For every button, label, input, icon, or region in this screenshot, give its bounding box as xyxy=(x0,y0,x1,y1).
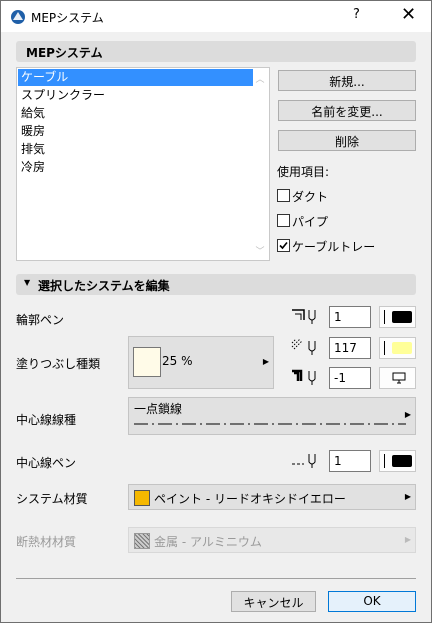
centerline-type-value: 一点鎖線 xyxy=(134,402,183,416)
insulation-material-dropdown-arrow-icon: ▶ xyxy=(404,535,411,544)
systems-list[interactable]: ケーブル スプリンクラー 給気 暖房 排気 冷房 ︿ ﹀ xyxy=(16,67,270,261)
system-material-label: システム材質 xyxy=(16,492,88,506)
pipe-checkbox[interactable] xyxy=(277,214,290,227)
window-title: MEPシステム xyxy=(31,11,104,25)
list-item-cable[interactable]: ケーブル xyxy=(18,69,253,86)
mep-systems-section-header: MEPシステム xyxy=(16,41,416,62)
insulation-material-label: 断熱材材質 xyxy=(16,535,77,549)
contour-pen-divider xyxy=(384,310,385,324)
insulation-material-value: 金属 - アルミニウム xyxy=(154,535,262,549)
rename-button[interactable]: 名前を変更... xyxy=(278,100,416,121)
centerline-pen-color-button[interactable] xyxy=(379,450,416,472)
close-button[interactable]: ✕ xyxy=(401,4,416,25)
insulation-material-selector: 金属 - アルミニウム ▶ xyxy=(128,527,416,553)
title-bar: MEPシステム ? ✕ xyxy=(1,1,431,32)
collapse-triangle-icon[interactable]: ▼ xyxy=(24,278,30,287)
fill-foreground-divider xyxy=(384,341,385,355)
centerline-type-selector[interactable]: 一点鎖線 ▶ xyxy=(128,397,416,435)
fill-type-selector[interactable]: 25 % ▶ xyxy=(128,336,274,389)
ok-button-label: OK xyxy=(363,594,381,608)
contour-pen-label: 輪郭ペン xyxy=(16,313,65,327)
edit-section-title: 選択したシステムを編集 xyxy=(38,279,170,293)
centerline-pen-input[interactable]: 1 xyxy=(329,450,371,472)
cancel-button-label: キャンセル xyxy=(243,596,304,610)
system-material-value: ペイント - リードオキシドイエロー xyxy=(154,492,346,506)
new-button[interactable]: 新規... xyxy=(278,70,416,91)
rename-button-label: 名前を変更... xyxy=(311,105,383,119)
centerline-pen-icon xyxy=(292,454,316,468)
fill-foreground-color-swatch xyxy=(392,342,412,354)
delete-button[interactable]: 削除 xyxy=(278,130,416,151)
contour-pen-color-swatch xyxy=(392,311,412,323)
footer-divider xyxy=(16,578,416,579)
fill-foreground-color-button[interactable] xyxy=(379,337,416,359)
fill-percent: 25 % xyxy=(162,354,193,368)
edit-section-header[interactable]: ▼ 選択したシステムを編集 xyxy=(16,274,416,295)
centerline-type-dropdown-arrow-icon: ▶ xyxy=(404,410,411,419)
list-item-sprinkler[interactable]: スプリンクラー xyxy=(18,87,253,104)
fill-background-pen-input[interactable]: -1 xyxy=(329,367,371,389)
dash-dot-line-preview xyxy=(134,423,406,425)
archicad-app-icon xyxy=(11,10,25,24)
fill-background-pen-icon xyxy=(292,369,316,385)
new-button-label: 新規... xyxy=(329,75,365,89)
system-material-swatch xyxy=(134,490,150,506)
contour-pen-color-button[interactable] xyxy=(379,306,416,328)
fill-foreground-pen-icon xyxy=(291,338,316,355)
fill-background-color-button[interactable] xyxy=(379,367,416,389)
fill-type-label: 塗りつぶし種類 xyxy=(16,357,101,371)
list-item-supply-air[interactable]: 給気 xyxy=(18,105,253,122)
help-button[interactable]: ? xyxy=(353,7,360,22)
fill-dropdown-arrow-icon: ▶ xyxy=(262,357,269,366)
centerline-pen-divider xyxy=(384,454,385,468)
delete-button-label: 削除 xyxy=(334,135,359,149)
list-item-exhaust[interactable]: 排気 xyxy=(18,141,253,158)
contour-pen-input[interactable]: 1 xyxy=(329,306,371,328)
insulation-material-swatch xyxy=(134,533,150,549)
duct-checkbox[interactable] xyxy=(277,189,290,202)
mep-system-dialog: MEPシステム ? ✕ MEPシステム ケーブル スプリンクラー 給気 暖房 排… xyxy=(0,0,432,623)
monitor-icon xyxy=(392,372,406,384)
cable-tray-checkbox[interactable] xyxy=(277,239,290,252)
duct-label: ダクト xyxy=(292,190,329,204)
list-item-cooling[interactable]: 冷房 xyxy=(18,159,253,176)
checkmark-icon xyxy=(279,241,288,250)
system-material-dropdown-arrow-icon: ▶ xyxy=(404,492,411,501)
cable-tray-label: ケーブルトレー xyxy=(292,240,376,254)
cancel-button[interactable]: キャンセル xyxy=(231,591,316,612)
centerline-pen-color-swatch xyxy=(392,455,412,467)
pipe-label: パイプ xyxy=(292,215,329,229)
contour-pen-icon xyxy=(292,309,316,324)
list-item-heating[interactable]: 暖房 xyxy=(18,123,253,140)
ok-button[interactable]: OK xyxy=(328,591,416,612)
scroll-up-arrow-icon[interactable]: ︿ xyxy=(254,72,266,85)
centerline-pen-label: 中心線ペン xyxy=(16,456,77,470)
usage-title: 使用項目: xyxy=(277,165,330,179)
scroll-down-arrow-icon[interactable]: ﹀ xyxy=(254,244,266,257)
mep-systems-section-title: MEPシステム xyxy=(26,46,103,60)
fill-pattern-swatch xyxy=(133,347,161,377)
fill-foreground-pen-input[interactable]: 117 xyxy=(329,337,371,359)
centerline-type-label: 中心線線種 xyxy=(16,413,77,427)
system-material-selector[interactable]: ペイント - リードオキシドイエロー ▶ xyxy=(128,484,416,510)
